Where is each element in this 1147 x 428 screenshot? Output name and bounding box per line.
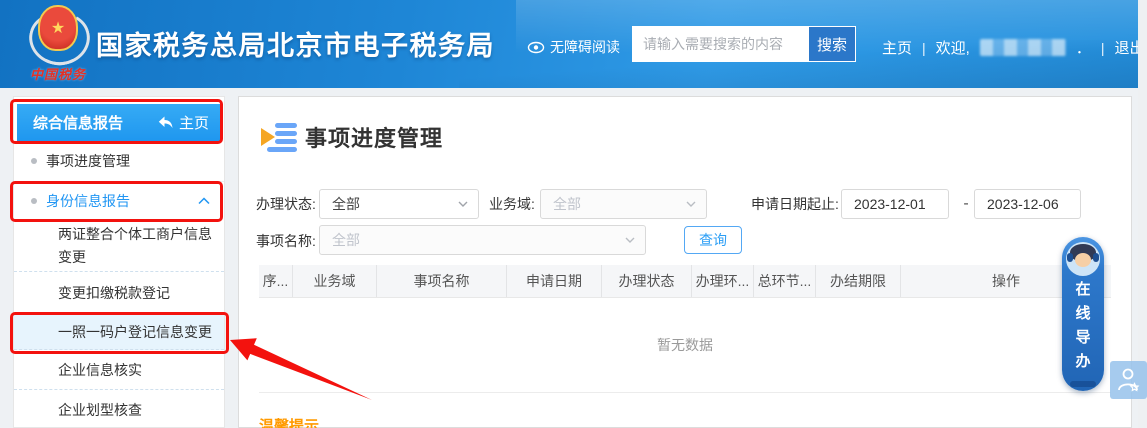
app-root: ★ 中国税务 国家税务总局北京市电子税务局 无障碍阅读 搜索 主页 | 欢迎, …: [0, 0, 1147, 428]
col-apply-date: 申请日期: [507, 265, 602, 297]
page-title: 事项进度管理: [305, 121, 443, 153]
sidebar-item-identity-info-report[interactable]: 身份信息报告: [14, 182, 224, 220]
search-input[interactable]: [633, 27, 809, 61]
item-name-select[interactable]: 全部: [319, 225, 646, 255]
back-arrow-icon: [158, 116, 173, 129]
sidebar-section-label: 综合信息报告: [33, 112, 123, 133]
query-button[interactable]: 查询: [684, 226, 742, 254]
sidebar-home-link[interactable]: 主页: [158, 112, 209, 133]
col-current-step: 办理环...: [692, 265, 754, 297]
sidebar-item-two-cert-merge-change[interactable]: 两证整合个体工商户信息变更: [14, 220, 224, 272]
masked-username: [980, 39, 1066, 56]
results-table: 序... 业务域 事项名称 申请日期 办理状态 办理环... 总环节... 办结…: [259, 265, 1111, 393]
date-to-input[interactable]: 2023-12-06: [974, 189, 1081, 219]
sidebar: 综合信息报告 主页 事项进度管理 身份信息报告 两证整合个体工商户: [13, 96, 225, 428]
main-panel: 事项进度管理 办理状态: 全部 业务域: 全部 申请日期起止: 2023-12-…: [238, 96, 1132, 428]
user-nav: 主页 | 欢迎, ． | 退出: [882, 37, 1145, 58]
nav-divider: |: [922, 40, 926, 56]
bullet-icon: [31, 198, 37, 204]
sidebar-item-enterprise-type-check[interactable]: 企业划型核查: [14, 390, 224, 428]
header-search: 搜索: [632, 26, 856, 62]
chevron-down-icon: [686, 201, 696, 207]
welcome-text: 欢迎,: [936, 37, 970, 58]
status-select[interactable]: 全部: [319, 189, 479, 219]
list-play-icon: [261, 121, 297, 153]
sidebar-item-enterprise-info-verify[interactable]: 企业信息核实: [14, 350, 224, 390]
person-star-icon: [1116, 366, 1142, 394]
empty-text: 暂无数据: [657, 335, 713, 355]
date-from-input[interactable]: 2023-12-01: [841, 189, 949, 219]
accessibility-toggle[interactable]: 无障碍阅读: [527, 37, 620, 57]
site-title: 国家税务总局北京市电子税务局: [96, 24, 495, 63]
sidebar-item-withholding-registration-change[interactable]: 变更扣缴税款登记: [14, 272, 224, 314]
online-guide-widget[interactable]: 在线导办: [1062, 237, 1104, 391]
top-header: ★ 中国税务 国家税务总局北京市电子税务局 无障碍阅读 搜索 主页 | 欢迎, …: [0, 0, 1147, 88]
bullet-icon: [31, 158, 37, 164]
col-total-steps: 总环节...: [754, 265, 816, 297]
item-name-filter-label: 事项名称:: [256, 226, 316, 256]
assistant-avatar: [1066, 242, 1100, 276]
sidebar-item-one-license-one-code-change[interactable]: 一照一码户登记信息变更: [14, 314, 224, 350]
col-deadline: 办结期限: [816, 265, 901, 297]
chevron-down-icon: [458, 201, 468, 207]
nav-divider: |: [1101, 40, 1105, 56]
business-domain-select[interactable]: 全部: [540, 189, 707, 219]
person-star-button[interactable]: [1110, 361, 1147, 399]
logo-caption: 中国税务: [20, 64, 96, 83]
status-filter-label: 办理状态:: [256, 189, 316, 219]
national-emblem-icon: ★: [29, 5, 87, 63]
domain-filter-label: 业务域:: [489, 189, 535, 219]
col-business-domain: 业务域: [293, 265, 377, 297]
tax-bureau-logo: ★ 中国税务: [20, 5, 96, 83]
date-separator: -: [957, 189, 975, 219]
date-range-label: 申请日期起止:: [751, 189, 839, 219]
welcome-period: ．: [1076, 37, 1091, 58]
col-seq: 序...: [259, 265, 293, 297]
eye-icon: [527, 41, 545, 54]
sidebar-item-progress-management[interactable]: 事项进度管理: [14, 141, 224, 182]
sidebar-section-header[interactable]: 综合信息报告 主页: [17, 104, 221, 141]
chevron-down-icon: [625, 237, 635, 243]
search-button[interactable]: 搜索: [809, 27, 855, 61]
home-link[interactable]: 主页: [882, 37, 912, 58]
notice-title: 温馨提示: [259, 415, 319, 428]
accessibility-label: 无障碍阅读: [550, 37, 620, 57]
chevron-up-icon: [198, 198, 210, 205]
sidebar-menu: 事项进度管理 身份信息报告 两证整合个体工商户信息变更 变更扣缴税款登记 一照一…: [14, 141, 224, 428]
table-header-row: 序... 业务域 事项名称 申请日期 办理状态 办理环... 总环节... 办结…: [259, 265, 1111, 298]
table-empty-state: 暂无数据: [259, 298, 1111, 393]
page-title-row: 事项进度管理: [261, 121, 443, 153]
online-guide-label: 在线导办: [1075, 278, 1091, 374]
col-item-name: 事项名称: [377, 265, 507, 297]
col-status: 办理状态: [602, 265, 692, 297]
